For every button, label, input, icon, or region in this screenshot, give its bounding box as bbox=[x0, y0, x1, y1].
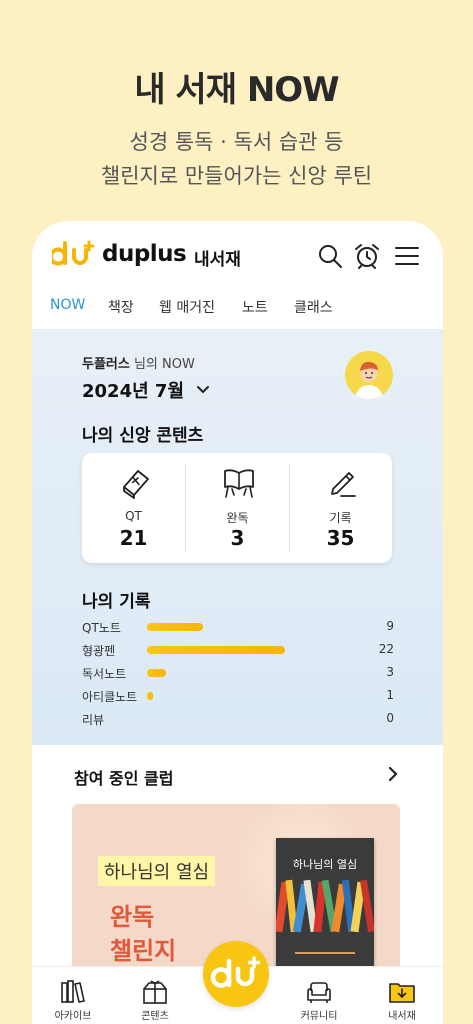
tab-bookshelf[interactable]: 책장 bbox=[108, 297, 134, 317]
menu-icon[interactable] bbox=[394, 243, 420, 269]
record-row: 리뷰 0 bbox=[82, 709, 394, 729]
record-row: 독서노트 3 bbox=[82, 663, 394, 683]
stat-records[interactable]: 기록 35 bbox=[289, 453, 392, 563]
nav-community-label: 커뮤니티 bbox=[300, 1011, 338, 1022]
bottom-nav: 아카이브 콘텐츠 커뮤니티 내서재 bbox=[32, 941, 443, 1024]
nav-home-button[interactable] bbox=[203, 941, 269, 1007]
record-value: 22 bbox=[378, 642, 394, 656]
record-value: 0 bbox=[386, 711, 394, 725]
stat-records-value: 35 bbox=[326, 526, 355, 550]
logo-text[interactable]: duplus bbox=[102, 241, 187, 267]
duplus-logo-icon bbox=[210, 956, 261, 988]
banner-title-line1: 완독 bbox=[110, 903, 155, 931]
nav-my-library-label: 내서재 bbox=[388, 1011, 416, 1022]
stat-qt[interactable]: QT 21 bbox=[82, 453, 185, 563]
folder-download-icon bbox=[389, 983, 415, 1003]
record-label: 리뷰 bbox=[82, 713, 105, 727]
tab-web-magazine[interactable]: 웹 매거진 bbox=[159, 297, 215, 317]
owner-suffix: 님의 NOW bbox=[129, 357, 195, 372]
tab-now[interactable]: NOW bbox=[50, 297, 85, 313]
month-label: 2024년 7월 bbox=[82, 381, 185, 402]
banner-title: 완독 챌린지 bbox=[110, 900, 176, 968]
tab-bar: NOW 책장 웹 매거진 노트 클래스 bbox=[32, 287, 443, 329]
banner-tag: 하나님의 열심 bbox=[98, 856, 216, 886]
nav-archive-label: 아카이브 bbox=[54, 1011, 92, 1022]
banner-title-line2: 챌린지 bbox=[110, 937, 177, 965]
clubs-title[interactable]: 참여 중인 클럽 bbox=[74, 765, 173, 789]
gift-box-icon bbox=[143, 980, 167, 1004]
owner-line: 두플러스 님의 NOW bbox=[82, 353, 195, 372]
record-bar bbox=[147, 623, 203, 631]
nav-community[interactable]: 커뮤니티 bbox=[278, 967, 360, 1024]
stat-completed-value: 3 bbox=[230, 526, 245, 550]
record-value: 3 bbox=[386, 665, 394, 679]
records-title: 나의 기록 bbox=[82, 592, 151, 612]
book-subtitle-art bbox=[276, 950, 374, 958]
record-bar bbox=[147, 646, 285, 654]
open-book-icon bbox=[224, 469, 254, 498]
nav-contents[interactable]: 콘텐츠 bbox=[114, 967, 196, 1024]
subtitle-line bbox=[295, 952, 355, 954]
app-header: duplus 내서재 bbox=[32, 221, 443, 287]
record-value: 1 bbox=[386, 688, 394, 702]
tab-notes[interactable]: 노트 bbox=[242, 297, 268, 317]
record-row: QT노트 9 bbox=[82, 617, 394, 637]
book-title: 하나님의 열심 bbox=[292, 858, 358, 871]
chevron-right-icon[interactable] bbox=[386, 765, 400, 783]
nav-archive[interactable]: 아카이브 bbox=[32, 967, 114, 1024]
avatar[interactable] bbox=[345, 351, 393, 399]
stat-records-label: 기록 bbox=[329, 511, 352, 525]
phone-screen: duplus 내서재 NOW 책장 웹 매거진 노트 클래스 두플러스 님의 N… bbox=[32, 221, 443, 1024]
record-row: 아티클노트 1 bbox=[82, 686, 394, 706]
month-selector[interactable]: 2024년 7월 bbox=[82, 377, 210, 403]
stat-completed-label: 완독 bbox=[226, 511, 249, 525]
contents-title: 나의 신앙 콘텐츠 bbox=[82, 426, 204, 446]
pencil-icon bbox=[331, 472, 356, 497]
record-label: 형광펜 bbox=[82, 644, 116, 658]
promo-title: 내 서재 NOW bbox=[134, 70, 339, 110]
record-bar bbox=[147, 692, 153, 700]
record-label: QT노트 bbox=[82, 621, 121, 635]
section-title: 내서재 bbox=[194, 250, 241, 270]
now-panel: 두플러스 님의 NOW 2024년 7월 나의 신앙 콘텐츠 QT 21 완독 … bbox=[32, 329, 443, 745]
nav-my-library[interactable]: 내서재 bbox=[361, 967, 443, 1024]
duplus-logo-icon[interactable] bbox=[52, 239, 96, 269]
user-avatar-icon bbox=[355, 361, 383, 399]
promo-subtitle-line2: 챌린지로 만들어가는 신앙 루틴 bbox=[100, 164, 373, 188]
nav-contents-label: 콘텐츠 bbox=[141, 1011, 169, 1022]
stats-card: QT 21 완독 3 기록 35 bbox=[82, 453, 392, 563]
stat-qt-value: 21 bbox=[119, 526, 148, 550]
sofa-icon bbox=[307, 982, 331, 1003]
stat-qt-label: QT bbox=[125, 509, 142, 523]
record-label: 아티클노트 bbox=[82, 690, 138, 704]
bible-icon bbox=[123, 470, 149, 499]
record-value: 9 bbox=[386, 619, 394, 633]
alarm-clock-icon[interactable] bbox=[354, 243, 380, 269]
owner-name: 두플러스 bbox=[82, 357, 130, 372]
promo-subtitle-line1: 성경 통독 · 독서 습관 등 bbox=[129, 130, 344, 154]
chevron-down-icon bbox=[197, 386, 210, 394]
tab-class[interactable]: 클래스 bbox=[294, 297, 333, 317]
record-row: 형광펜 22 bbox=[82, 640, 394, 660]
search-icon[interactable] bbox=[317, 243, 343, 269]
book-cover-art bbox=[276, 879, 374, 933]
record-bar bbox=[147, 669, 166, 677]
archive-icon bbox=[61, 980, 85, 1003]
record-label: 독서노트 bbox=[82, 667, 127, 681]
stat-completed[interactable]: 완독 3 bbox=[186, 453, 289, 563]
